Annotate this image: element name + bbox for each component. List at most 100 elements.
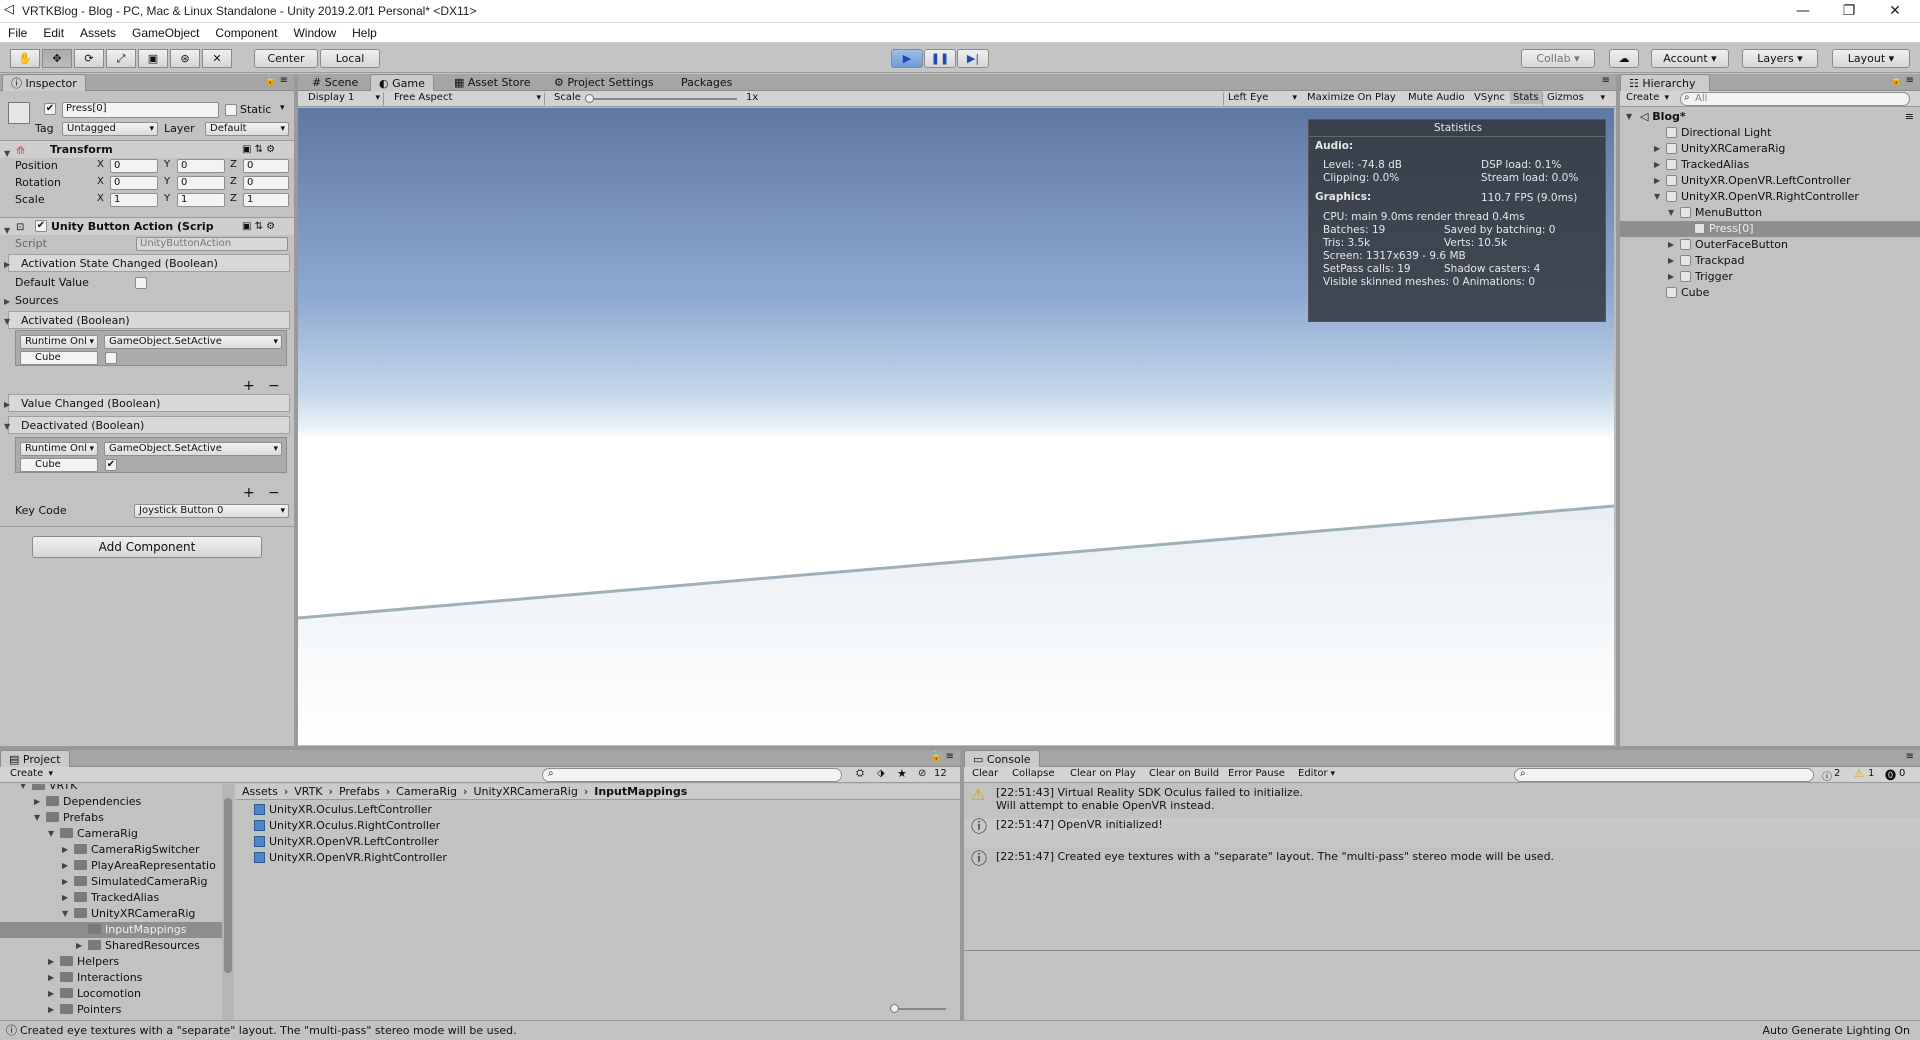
pivot-local-button[interactable]: Local — [320, 49, 380, 68]
menu-window[interactable]: Window — [285, 23, 344, 42]
expand-triangle-icon[interactable]: ▶ — [48, 1002, 54, 1018]
filter-type-icon[interactable]: ⛭ — [856, 768, 864, 779]
transform-pos-x-field[interactable]: 0 — [110, 159, 158, 173]
console-entry-warning[interactable]: ⚠ [22:51:43] Virtual Reality SDK Oculus … — [964, 786, 1920, 816]
hidden-packages-icon[interactable]: ⊘ — [918, 768, 926, 779]
console-entry-info[interactable]: ⓘ [22:51:47] Created eye textures with a… — [964, 850, 1920, 880]
editor-dropdown[interactable]: Editor — [1294, 768, 1338, 782]
tab-packages[interactable]: Packages — [673, 74, 740, 91]
expand-triangle-icon[interactable]: ▶ — [1668, 269, 1674, 285]
mute-audio-toggle[interactable]: Mute Audio — [1408, 92, 1465, 103]
menu-assets[interactable]: Assets — [72, 23, 124, 42]
expand-triangle-icon[interactable]: ▶ — [76, 938, 82, 954]
pivot-center-button[interactable]: Center — [254, 49, 318, 68]
vsync-toggle[interactable]: VSync — [1474, 92, 1505, 103]
project-folder-item[interactable]: ▶ SharedResources — [0, 938, 222, 954]
tab-hierarchy[interactable]: ☷ Hierarchy — [1620, 74, 1710, 91]
scene-menu-icon[interactable]: ≡ — [1905, 109, 1914, 125]
panel-menu-icon[interactable]: 🔒 ≡ — [264, 75, 288, 86]
panel-menu-icon[interactable]: ≡ — [1906, 751, 1914, 762]
clear-on-build-toggle[interactable]: Clear on Build — [1149, 768, 1219, 779]
expand-triangle-icon[interactable]: ▼ — [20, 784, 26, 794]
expand-triangle-icon[interactable]: ▼ — [62, 906, 68, 922]
console-detail-divider[interactable] — [964, 950, 1920, 951]
transform-scl-x-field[interactable]: 1 — [110, 193, 158, 207]
expand-triangle-icon[interactable]: ▶ — [62, 858, 68, 874]
error-filter-icon[interactable]: ⓿ — [1885, 767, 1896, 783]
project-folder-item[interactable]: ▼ CameraRig — [0, 826, 222, 842]
active-checkbox[interactable]: ✔ — [44, 103, 56, 115]
close-button[interactable]: ✕ — [1872, 0, 1918, 22]
restore-button[interactable]: ❐ — [1826, 0, 1872, 22]
hierarchy-item[interactable]: ▶ OuterFaceButton — [1620, 237, 1920, 253]
breadcrumb-item[interactable]: UnityXRCameraRig — [473, 785, 577, 798]
panel-menu-icon[interactable]: ≡ — [1602, 75, 1610, 86]
play-button[interactable]: ▶ — [891, 49, 923, 68]
rotate-tool-icon[interactable]: ⟳ — [74, 49, 104, 68]
scale-slider-thumb[interactable] — [585, 94, 594, 103]
clear-button[interactable]: Clear — [972, 768, 998, 779]
component-settings-icon[interactable]: ▣ ⇅ ⚙ — [242, 218, 275, 235]
breadcrumb-item[interactable]: InputMappings — [594, 785, 687, 798]
project-folder-item[interactable]: ▶ SimulatedCameraRig — [0, 874, 222, 890]
tab-console[interactable]: ▭ Console — [964, 750, 1040, 767]
tab-game[interactable]: ◐ Game — [370, 74, 434, 91]
expand-triangle-icon[interactable]: ▼ — [4, 317, 10, 326]
error-pause-toggle[interactable]: Error Pause — [1228, 768, 1285, 779]
collab-button[interactable]: Collab ▾ — [1521, 49, 1595, 68]
breadcrumb-item[interactable]: VRTK — [294, 785, 322, 798]
project-folder-item[interactable]: ▶ TrackedAlias — [0, 890, 222, 906]
project-folder-item[interactable]: ▶ Pointers — [0, 1002, 222, 1018]
value-changed-event[interactable]: Value Changed (Boolean) — [8, 394, 290, 412]
project-folder-item[interactable]: ▼ Prefabs — [0, 810, 222, 826]
custom-tool-icon[interactable]: ✕ — [202, 49, 232, 68]
asset-item[interactable]: UnityXR.Oculus.RightController — [254, 818, 440, 834]
menu-gameobject[interactable]: GameObject — [124, 23, 207, 42]
log-filter-info-icon[interactable]: ⓘ — [1822, 768, 1832, 783]
asset-item[interactable]: UnityXR.OpenVR.RightController — [254, 850, 447, 866]
scene-root-row[interactable]: ▼ ◁ Blog* ≡ — [1620, 109, 1920, 125]
hierarchy-item[interactable]: ▶ Trigger — [1620, 269, 1920, 285]
layout-dropdown[interactable]: Layout ▾ — [1832, 49, 1910, 68]
breadcrumb-item[interactable]: Prefabs — [339, 785, 380, 798]
deactivated-event-header[interactable]: Deactivated (Boolean) — [8, 416, 290, 434]
expand-triangle-icon[interactable]: ▶ — [1668, 253, 1674, 269]
display-dropdown[interactable]: Display 1 — [304, 92, 384, 106]
transform-header[interactable]: ▼ ⟰ Transform ▣ ⇅ ⚙ — [0, 140, 294, 158]
project-folder-item[interactable]: InputMappings — [0, 922, 222, 938]
hierarchy-item[interactable]: Cube — [1620, 285, 1920, 301]
console-search-input[interactable] — [1514, 768, 1814, 782]
hierarchy-item[interactable]: Press[0] — [1620, 221, 1920, 237]
activated-event-header[interactable]: Activated (Boolean) — [8, 311, 290, 329]
transform-scl-y-field[interactable]: 1 — [177, 193, 225, 207]
tag-dropdown[interactable]: Untagged — [62, 122, 158, 136]
hierarchy-item[interactable]: ▶ TrackedAlias — [1620, 157, 1920, 173]
icon-size-slider-thumb[interactable] — [890, 1004, 899, 1013]
scale-tool-icon[interactable]: ⤢ — [106, 49, 136, 68]
component-enabled-checkbox[interactable]: ✔ — [35, 220, 47, 232]
remove-listener-button[interactable]: − — [268, 485, 280, 501]
hierarchy-search-input[interactable]: All — [1680, 92, 1910, 106]
status-message[interactable]: Created eye textures with a "separate" l… — [20, 1021, 517, 1040]
expand-triangle-icon[interactable]: ▶ — [1668, 237, 1674, 253]
setactive-value-checkbox[interactable]: ✔ — [105, 459, 117, 471]
stats-toggle[interactable]: Stats — [1510, 91, 1542, 104]
runtime-mode-dropdown[interactable]: Runtime Onl — [20, 442, 98, 456]
collapse-triangle-icon[interactable]: ▶ — [4, 260, 10, 269]
project-folder-item[interactable]: ▶ Interactions — [0, 970, 222, 986]
project-folder-item[interactable]: ▶ Dependencies — [0, 794, 222, 810]
clear-on-play-toggle[interactable]: Clear on Play — [1070, 768, 1136, 779]
tab-project-settings[interactable]: ⚙ Project Settings — [546, 74, 662, 91]
collapse-toggle[interactable]: Collapse — [1012, 768, 1055, 779]
hierarchy-item[interactable]: ▶ UnityXRCameraRig — [1620, 141, 1920, 157]
add-listener-button[interactable]: + — [243, 378, 255, 394]
rect-tool-icon[interactable]: ▣ — [138, 49, 168, 68]
auto-lighting-status[interactable]: Auto Generate Lighting On — [1763, 1021, 1911, 1040]
transform-pos-y-field[interactable]: 0 — [177, 159, 225, 173]
transform-pos-z-field[interactable]: 0 — [243, 159, 289, 173]
expand-triangle-icon[interactable]: ▶ — [1654, 173, 1660, 189]
sources-triangle-icon[interactable]: ▶ — [4, 297, 10, 306]
cloud-icon[interactable]: ☁ — [1609, 49, 1639, 68]
expand-triangle-icon[interactable]: ▶ — [62, 842, 68, 858]
object-name-field[interactable]: Press[0] — [62, 102, 219, 118]
